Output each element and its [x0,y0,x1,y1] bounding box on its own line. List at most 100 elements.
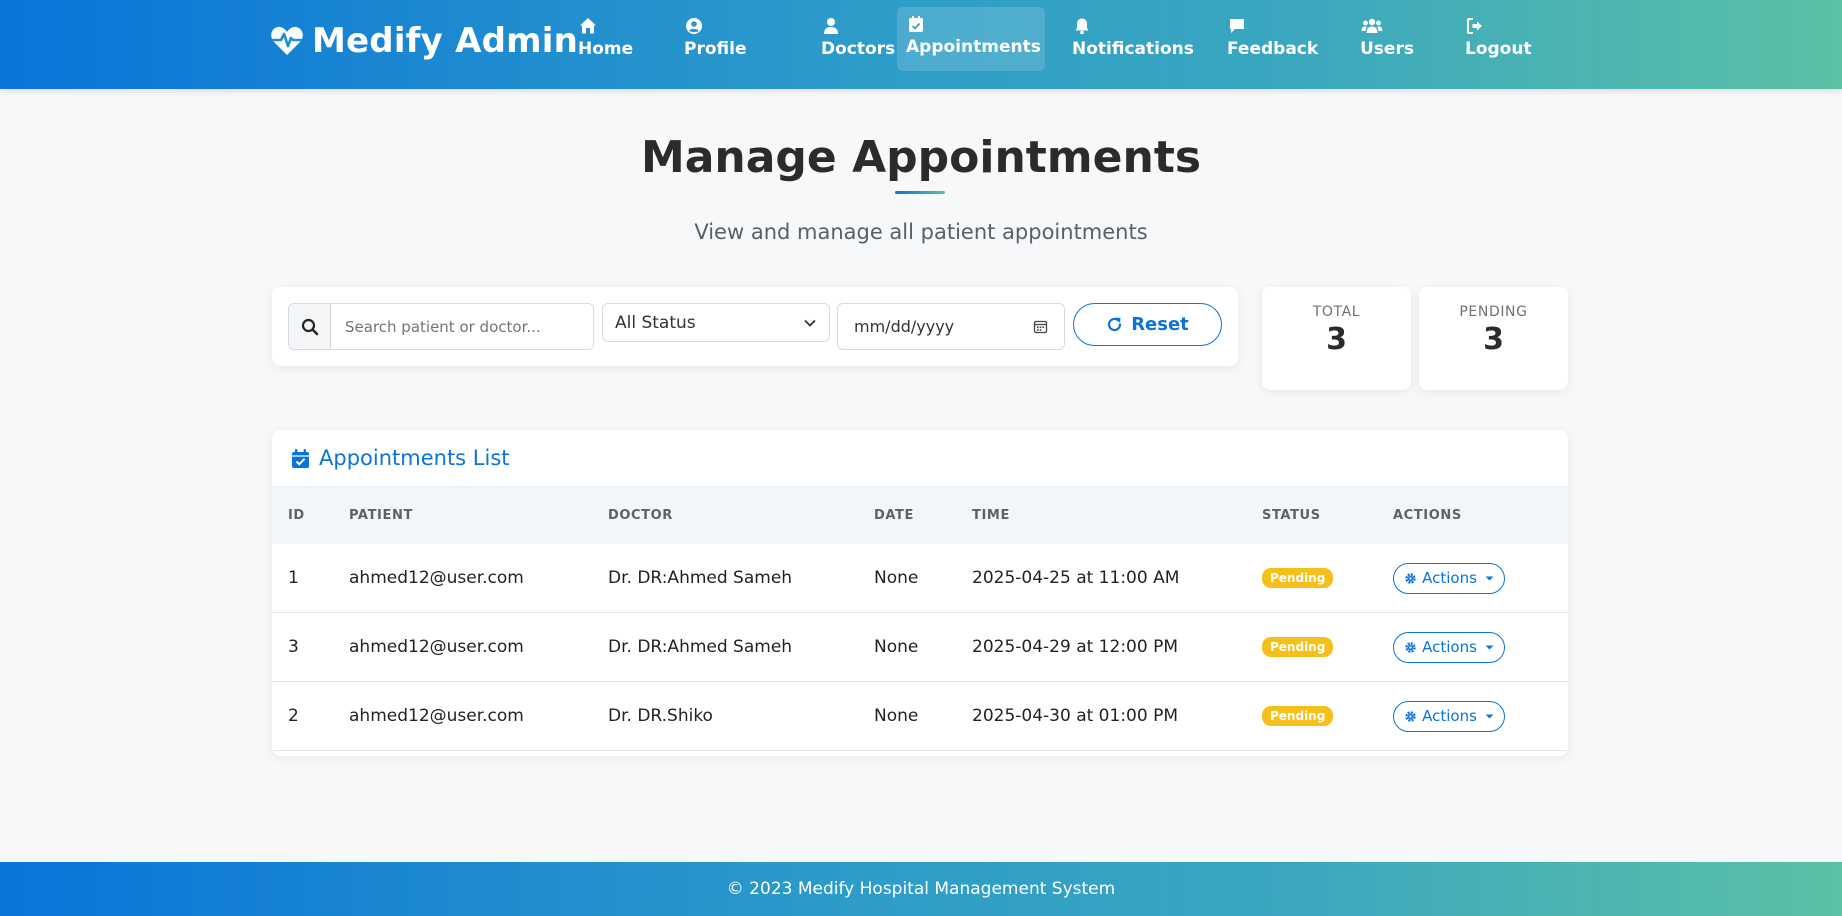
search-input[interactable] [331,304,593,349]
table-header: Appointments List [272,430,1568,487]
cell-date: None [874,637,919,657]
stat-total-value: 3 [1326,322,1347,357]
actions-dropdown-button[interactable]: Actions [1393,700,1505,732]
calendar-icon[interactable] [1033,319,1048,334]
cell-doctor: Dr. DR:Ahmed Sameh [608,568,793,588]
users-icon [1361,18,1383,33]
table-row: 1 ahmed12@user.com Dr. DR:Ahmed Sameh No… [272,544,1568,613]
search-icon [301,318,318,335]
nav-notifications[interactable]: Notifications [1064,7,1202,71]
calendar-check-icon [292,448,309,468]
table-row: 2 ahmed12@user.com Dr. DR.Shiko None 202… [272,682,1568,751]
footer: © 2023 Medify Hospital Management System [0,862,1842,916]
actions-label: Actions [1422,569,1477,587]
nav-home[interactable]: Home [570,7,641,71]
cell-time: 2025-04-29 at 12:00 PM [972,637,1179,657]
search-addon [289,304,331,349]
cell-patient: ahmed12@user.com [349,637,524,657]
col-header-status[interactable]: STATUS [1262,487,1321,544]
nav-logout-label: Logout [1465,39,1532,59]
col-header-patient[interactable]: PATIENT [349,487,413,544]
cell-patient: ahmed12@user.com [349,706,524,726]
page-subtitle: View and manage all patient appointments [694,220,1148,244]
cell-id: 1 [288,568,299,588]
stat-pending-label: PENDING [1459,304,1528,320]
status-filter-select[interactable]: All Status [602,303,830,342]
cell-status: Pending [1262,613,1334,681]
cell-date: None [874,706,919,726]
reset-label: Reset [1131,314,1189,335]
date-filter-input[interactable]: mm/dd/yyyy [837,303,1065,350]
gear-icon [1405,710,1416,722]
status-badge: Pending [1262,706,1334,726]
stat-pending-value: 3 [1483,322,1504,357]
cell-status: Pending [1262,682,1334,750]
stat-card-pending: PENDING 3 [1419,287,1568,390]
nav-appointments-label: Appointments [906,37,1041,57]
caret-down-icon [1485,714,1494,718]
nav-profile-label: Profile [684,39,747,59]
nav-appointments[interactable]: Appointments [897,7,1045,71]
nav-feedback-label: Feedback [1227,39,1319,59]
calendar-check-icon [909,16,923,32]
stat-total-label: TOTAL [1312,304,1361,320]
comment-icon [1230,19,1244,33]
nav-profile[interactable]: Profile [676,7,754,71]
actions-dropdown-button[interactable]: Actions [1393,562,1505,594]
bell-icon [1075,18,1089,35]
cell-id: 2 [288,706,299,726]
status-select-value: All Status [615,312,696,333]
col-header-date[interactable]: DATE [874,487,914,544]
col-header-id[interactable]: ID [288,487,305,544]
caret-down-icon [1485,576,1494,580]
nav-doctors[interactable]: Doctors [813,7,903,71]
nav-users[interactable]: Users [1352,7,1422,71]
table-row: 3 ahmed12@user.com Dr. DR:Ahmed Sameh No… [272,613,1568,682]
cell-patient: ahmed12@user.com [349,568,524,588]
nav-doctors-label: Doctors [821,39,896,59]
appointments-table-card: Appointments List ID PATIENT DOCTOR DATE… [272,430,1568,756]
status-badge: Pending [1262,568,1334,588]
nav-home-label: Home [578,39,634,59]
top-navbar: Medify Admin Home Profile Doctors Appoin… [0,0,1842,89]
cell-actions: Actions [1393,682,1505,750]
reset-button[interactable]: Reset [1073,303,1222,346]
search-group [288,303,594,350]
cell-date: None [874,568,919,588]
col-header-time[interactable]: TIME [972,487,1010,544]
title-underline [895,191,945,194]
actions-dropdown-button[interactable]: Actions [1393,631,1505,663]
cell-actions: Actions [1393,544,1505,612]
col-header-actions: ACTIONS [1393,508,1462,523]
footer-text: © 2023 Medify Hospital Management System [726,879,1116,899]
nav-feedback[interactable]: Feedback [1219,7,1326,71]
stat-card-total: TOTAL 3 [1262,287,1411,390]
actions-label: Actions [1422,638,1477,656]
cell-doctor: Dr. DR:Ahmed Sameh [608,637,793,657]
table-head-row: ID PATIENT DOCTOR DATE TIME STATUS ACTIO… [272,487,1568,544]
brand-name: Medify Admin [312,21,579,61]
actions-label: Actions [1422,707,1477,725]
logout-icon [1467,18,1482,34]
home-icon [580,18,596,34]
cell-id: 3 [288,637,299,657]
cell-status: Pending [1262,544,1334,612]
nav-notifications-label: Notifications [1072,39,1194,59]
chevron-down-icon [804,319,816,327]
page-title: Manage Appointments [640,132,1202,183]
rotate-icon [1108,317,1122,332]
cell-time: 2025-04-30 at 01:00 PM [972,706,1179,726]
user-circle-icon [686,18,702,34]
date-placeholder: mm/dd/yyyy [854,317,955,336]
brand[interactable]: Medify Admin [270,18,578,64]
doctor-icon [824,18,838,34]
cell-doctor: Dr. DR.Shiko [608,706,713,726]
cell-time: 2025-04-25 at 11:00 AM [972,568,1180,588]
caret-down-icon [1485,645,1494,649]
gear-icon [1405,641,1416,653]
nav-logout[interactable]: Logout [1457,7,1540,71]
heart-pulse-icon [271,26,303,55]
table-title: Appointments List [319,446,510,470]
cell-actions: Actions [1393,613,1505,681]
col-header-doctor[interactable]: DOCTOR [608,487,673,544]
